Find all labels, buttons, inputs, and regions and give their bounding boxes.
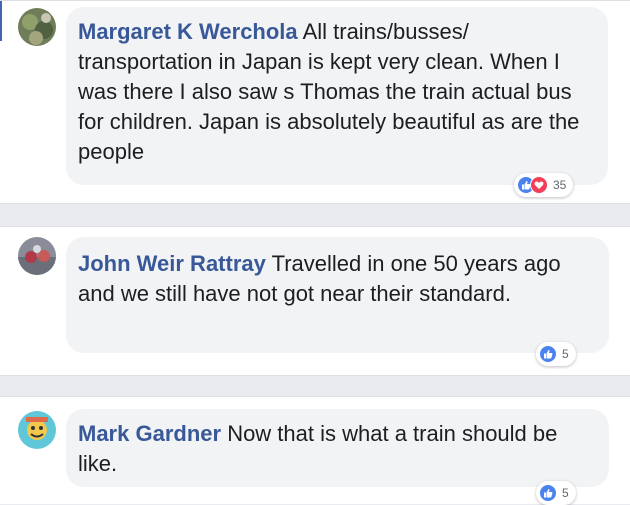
avatar[interactable] [18, 411, 56, 449]
comment-bubble: Mark Gardner Now that is what a train sh… [66, 409, 609, 487]
reaction-summary[interactable]: 35 [514, 173, 574, 197]
comment-author[interactable]: Margaret K Werchola [78, 19, 298, 44]
comment-bubble: John Weir Rattray Travelled in one 50 ye… [66, 237, 609, 353]
comment-card: Mark Gardner Now that is what a train sh… [0, 396, 630, 505]
avatar[interactable] [18, 237, 56, 275]
reaction-count: 5 [562, 486, 569, 500]
like-icon [539, 484, 557, 502]
reaction-summary[interactable]: 5 [536, 481, 576, 505]
reaction-count: 5 [562, 347, 569, 361]
left-accent-rule [0, 1, 2, 41]
avatar[interactable] [18, 8, 56, 46]
comment-bubble: Margaret K Werchola All trains/busses/ t… [66, 7, 608, 185]
love-icon [530, 176, 548, 194]
comment-card: Margaret K Werchola All trains/busses/ t… [0, 0, 630, 204]
comment-author[interactable]: Mark Gardner [78, 421, 221, 446]
comment-card: John Weir Rattray Travelled in one 50 ye… [0, 226, 630, 376]
like-icon [539, 345, 557, 363]
reaction-count: 35 [553, 178, 567, 192]
reaction-summary[interactable]: 5 [536, 342, 576, 366]
comment-author[interactable]: John Weir Rattray [78, 251, 266, 276]
